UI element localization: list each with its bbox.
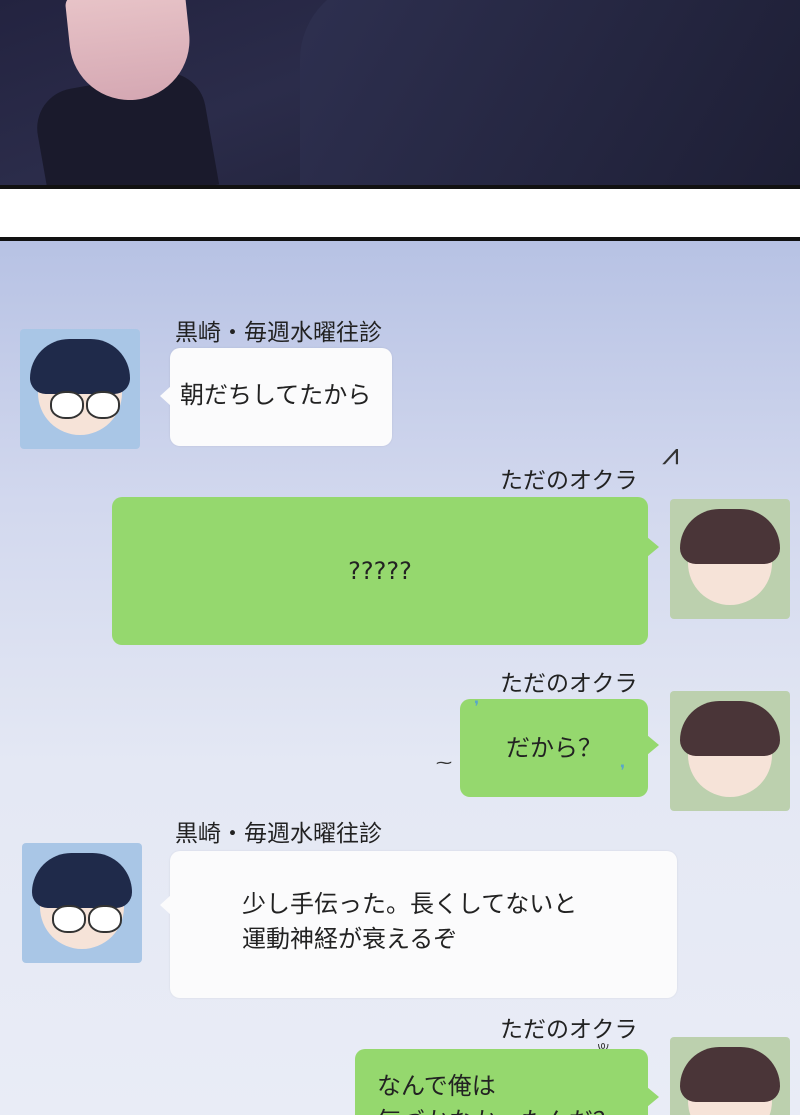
message-text: だから？: [506, 733, 602, 762]
kurosaki-avatar[interactable]: [20, 329, 140, 449]
bubble-tail: [647, 735, 659, 755]
kurosaki-avatar[interactable]: [22, 843, 142, 963]
message-text-line: 少し手伝った。長くしてないと: [242, 890, 578, 918]
sweat-drop-icon: ❜: [620, 761, 626, 780]
illustration-panel-top: [0, 0, 800, 189]
sender-name: 黒崎・毎週水曜往診: [175, 320, 382, 346]
sender-name: ただのオクラ: [500, 468, 638, 494]
message-text-line: なんで俺は: [377, 1072, 496, 1100]
bubble-tail: [647, 537, 659, 557]
coat-illustration: [300, 0, 800, 185]
glasses-right: [88, 905, 122, 933]
message-bubble[interactable]: ?????: [112, 497, 659, 645]
message-bubble[interactable]: なんで俺は 気づかなかったんだ？: [355, 1049, 659, 1115]
glasses-left: [50, 391, 84, 419]
avatar-hair: [32, 853, 132, 908]
message-text: 朝だちしてたから: [180, 381, 372, 409]
sweat-drop-icon: ❜: [474, 697, 480, 716]
bubble-tail: [647, 1087, 659, 1107]
sender-name: ただのオクラ: [500, 1017, 638, 1043]
okura-avatar[interactable]: [670, 1037, 790, 1115]
mumble-doodle: ⁓: [436, 753, 452, 772]
glasses-right: [86, 391, 120, 419]
panel-gutter: [0, 189, 800, 237]
bubble-tail: [160, 386, 171, 406]
sender-name: ただのオクラ: [500, 671, 638, 697]
message-text-line: 気づかなかったんだ？: [377, 1104, 648, 1115]
avatar-hair: [680, 509, 780, 564]
okura-avatar[interactable]: [670, 691, 790, 811]
anger-mark-icon: ⩘: [662, 437, 679, 472]
message-bubble[interactable]: 少し手伝った。長くしてないと 運動神経が衰えるぞ: [160, 851, 677, 998]
chat-panel: 黒崎・毎週水曜往診 朝だちしてたから ただのオクラ ⩘ ????? ただのオクラ…: [0, 237, 800, 1115]
avatar-hair: [680, 701, 780, 756]
message-bubble[interactable]: 朝だちしてたから: [160, 348, 392, 446]
message-text: ?????: [348, 556, 412, 585]
bubble-tail: [160, 895, 171, 915]
avatar-hair: [680, 1047, 780, 1102]
avatar-hair: [30, 339, 130, 394]
message-text-line: 運動神経が衰えるぞ: [242, 924, 458, 953]
sender-name: 黒崎・毎週水曜往診: [175, 821, 382, 847]
okura-avatar[interactable]: [670, 499, 790, 619]
glasses-left: [52, 905, 86, 933]
message-bubble[interactable]: だから？: [460, 699, 659, 797]
